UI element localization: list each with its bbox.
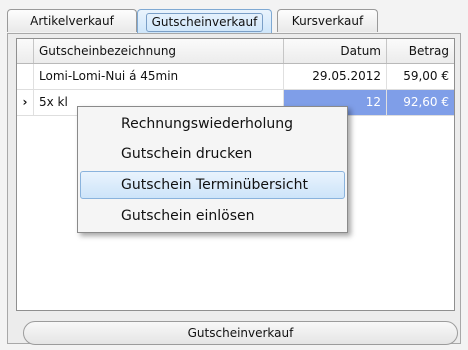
- column-header-date[interactable]: Datum: [284, 39, 387, 63]
- tab-kursverkauf[interactable]: Kursverkauf: [277, 9, 378, 32]
- voucher-amount-cell[interactable]: 92,60 €: [387, 90, 454, 115]
- voucher-date-cell[interactable]: 29.05.2012: [284, 64, 387, 89]
- menu-item-gutschein-drucken[interactable]: Gutschein drucken: [80, 140, 345, 168]
- table-row[interactable]: Lomi-Lomi-Nui á 45min 29.05.2012 59,00 €: [17, 64, 454, 90]
- context-menu: Rechnungswiederholung Gutschein drucken …: [77, 106, 348, 233]
- menu-item-gutschein-terminuebersicht[interactable]: Gutschein Terminübersicht: [80, 171, 345, 199]
- gutscheinverkauf-button[interactable]: Gutscheinverkauf: [23, 321, 458, 345]
- menu-item-rechnungswiederholung[interactable]: Rechnungswiederholung: [80, 110, 345, 138]
- column-header-name[interactable]: Gutscheinbezeichnung: [34, 39, 284, 63]
- current-row-indicator: ›: [17, 90, 34, 115]
- menu-item-gutschein-einloesen[interactable]: Gutschein einlösen: [80, 202, 345, 230]
- column-header-amount[interactable]: Betrag: [387, 39, 454, 63]
- tab-gutscheinverkauf[interactable]: Gutscheinverkauf: [137, 9, 272, 34]
- tab-artikelverkauf[interactable]: Artikelverkauf: [7, 9, 137, 32]
- voucher-name-cell[interactable]: Lomi-Lomi-Nui á 45min: [34, 64, 284, 89]
- tab-gutscheinverkauf-label: Gutscheinverkauf: [145, 13, 264, 32]
- row-indicator: [17, 64, 34, 89]
- voucher-amount-cell[interactable]: 59,00 €: [387, 64, 454, 89]
- header-indicator-cell: [17, 39, 34, 63]
- table-header: Gutscheinbezeichnung Datum Betrag: [17, 39, 454, 64]
